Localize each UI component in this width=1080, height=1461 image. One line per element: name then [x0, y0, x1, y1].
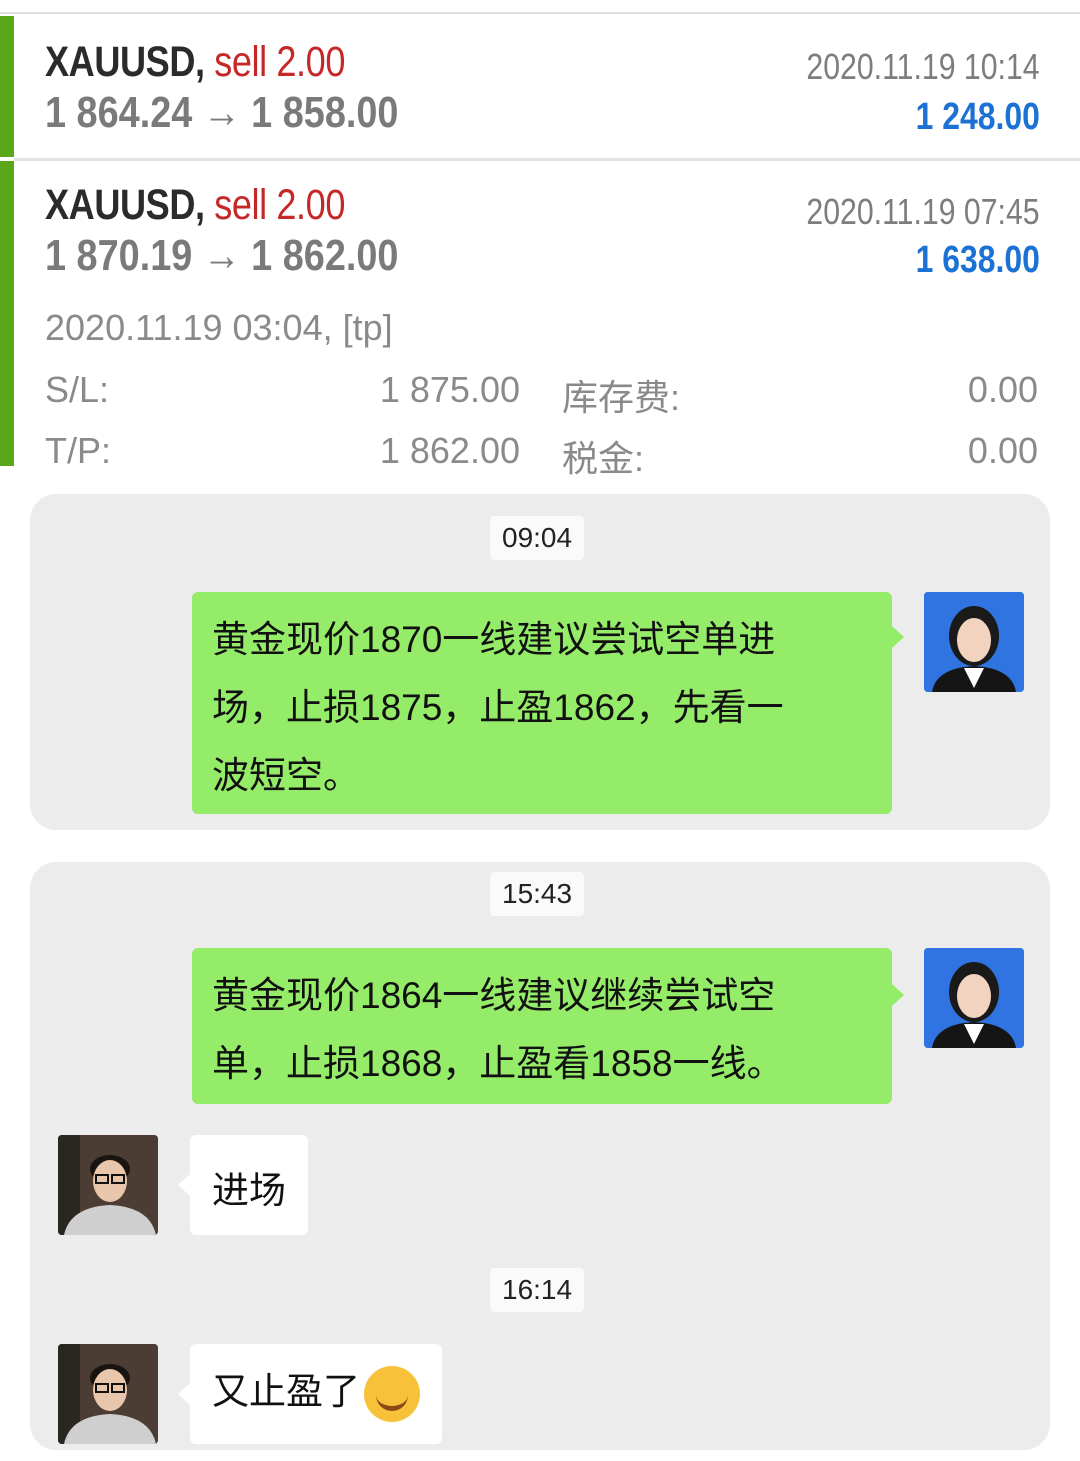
chat-timestamp: 09:04 [490, 516, 585, 560]
swap-label: 库存费: [562, 377, 681, 418]
trade-accent-bar [0, 161, 14, 466]
close-time: 2020.11.19 07:45 [806, 191, 1040, 232]
close-time: 2020.11.19 10:14 [806, 46, 1040, 87]
close-price: 1 858.00 [251, 88, 399, 137]
tax-label: 税金: [562, 438, 645, 479]
profit-value: 1 638.00 [915, 239, 1040, 281]
open-price: 1 864.24 [45, 88, 193, 137]
client-avatar-icon [58, 1344, 158, 1444]
bubble-tail [892, 984, 904, 1006]
trade-row-1[interactable]: XAUUSD, sell 2.00 1 864.24 → 1 858.00 20… [0, 16, 1080, 157]
top-divider [0, 12, 1080, 14]
trade-symbol: XAUUSD, sell 2.00 [45, 38, 345, 87]
trade-prices: 1 870.19 → 1 862.00 [45, 231, 398, 281]
advisor-message[interactable]: 黄金现价1864一线建议继续尝试空 单，止损1868，止盈看1858一线。 [192, 948, 892, 1104]
bubble-tail [178, 1383, 190, 1405]
tp-value: 1 862.00 [379, 430, 520, 471]
grinning-hands-emoji-icon [364, 1366, 420, 1423]
close-price: 1 862.00 [251, 231, 399, 280]
message-line: 单，止损1868，止盈看1858一线。 [212, 1043, 784, 1084]
open-time: 2020.11.19 03:04, [tp] [45, 307, 393, 348]
advisor-avatar[interactable] [924, 592, 1024, 692]
profit-value: 1 248.00 [915, 96, 1040, 138]
message-line: 波短空。 [212, 755, 360, 796]
trade-action: sell 2.00 [214, 181, 346, 229]
message-line: 黄金现价1864一线建议继续尝试空 [212, 975, 776, 1016]
advisor-avatar-icon [924, 592, 1024, 692]
client-reply-2[interactable]: 又止盈了 [190, 1344, 442, 1444]
message-line: 场，止损1875，止盈1862，先看一 [212, 687, 784, 728]
bubble-tail [892, 626, 904, 648]
trade-action: sell 2.00 [214, 38, 346, 86]
client-reply-1[interactable]: 进场 [190, 1135, 308, 1235]
bubble-tail [178, 1174, 190, 1196]
trade-row-2[interactable]: XAUUSD, sell 2.00 1 870.19 → 1 862.00 20… [0, 161, 1080, 479]
arrow-icon: → [202, 231, 241, 280]
trade-prices: 1 864.24 → 1 858.00 [45, 88, 398, 138]
client-avatar[interactable] [58, 1135, 158, 1235]
chat-timestamp: 15:43 [490, 872, 585, 916]
chat-timestamp: 16:14 [490, 1268, 585, 1312]
chat-panel-1: 09:04 黄金现价1870一线建议尝试空单进 场，止损1875，止盈1862，… [30, 494, 1050, 830]
sl-label: S/L: [45, 369, 110, 410]
trade-symbol: XAUUSD, sell 2.00 [45, 181, 345, 230]
client-avatar-icon [58, 1135, 158, 1235]
trade-accent-bar [0, 16, 14, 157]
swap-value: 0.00 [967, 369, 1038, 410]
arrow-icon: → [202, 88, 241, 137]
symbol-text: XAUUSD, [45, 38, 205, 86]
message-line: 黄金现价1870一线建议尝试空单进 [212, 619, 776, 660]
advisor-avatar[interactable] [924, 948, 1024, 1048]
advisor-message[interactable]: 黄金现价1870一线建议尝试空单进 场，止损1875，止盈1862，先看一 波短… [192, 592, 892, 814]
tp-label: T/P: [45, 430, 112, 471]
symbol-text: XAUUSD, [45, 181, 205, 229]
chat-panel-2: 15:43 黄金现价1864一线建议继续尝试空 单，止损1868，止盈看1858… [30, 862, 1050, 1450]
open-price: 1 870.19 [45, 231, 193, 280]
tax-value: 0.00 [967, 430, 1038, 471]
sl-value: 1 875.00 [379, 369, 520, 410]
reply-text: 又止盈了 [212, 1371, 360, 1412]
advisor-avatar-icon [924, 948, 1024, 1048]
client-avatar[interactable] [58, 1344, 158, 1444]
